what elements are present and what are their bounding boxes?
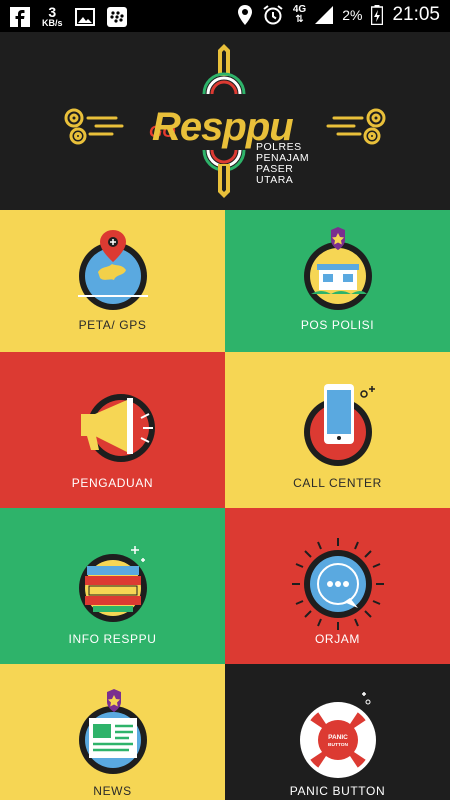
menu-label-info-resppu: INFO RESPPU [68, 632, 157, 646]
network-speed-value: 3 [48, 4, 57, 20]
right-wind-ornament [326, 108, 386, 145]
menu-label-peta-gps: PETA/ GPS [78, 318, 147, 332]
logo-subtitle: POLRES PENAJAM PASER UTARA [256, 142, 309, 186]
menu-label-orjam: ORJAM [315, 632, 360, 646]
map-pin-icon [77, 230, 148, 310]
menu-label-pos-polisi: POS POLISI [300, 318, 375, 332]
network-speed-unit: KB/s [42, 18, 63, 28]
menu-tile-pengaduan[interactable]: PENGADUAN [0, 352, 225, 508]
panic-icon-text-line1: PANIC [328, 734, 348, 741]
app-header: GO Resppu POLRES PENAJAM PASER UTARA [0, 32, 450, 210]
newspaper-icon [78, 689, 147, 774]
menu-tile-call-center[interactable]: CALL CENTER [225, 352, 450, 508]
location-icon [237, 5, 252, 25]
image-icon [74, 7, 95, 26]
menu-label-call-center: CALL CENTER [293, 476, 382, 490]
left-wind-ornament [64, 108, 124, 145]
logo-top-ornament [202, 44, 246, 95]
network-speed: 3 KB/s [42, 5, 63, 28]
menu-tile-pos-polisi[interactable]: POS POLISI [225, 210, 450, 352]
status-bar: 3 KB/s 4G ⇅ 2% 21:05 [0, 0, 450, 32]
menu-tile-news[interactable]: NEWS [0, 664, 225, 800]
menu-label-news: NEWS [93, 784, 132, 798]
menu-tile-peta-gps[interactable]: PETA/ GPS [0, 210, 225, 352]
menu-label-pengaduan: PENGADUAN [71, 476, 154, 490]
smartphone-icon [303, 384, 375, 466]
lifebuoy-icon: PANIC BUTTON [299, 692, 376, 778]
books-icon [78, 546, 147, 622]
menu-tile-panic-button[interactable]: PANIC BUTTON PANIC BUTTON [225, 664, 450, 800]
battery-percent: 2% [342, 7, 363, 23]
menu-tile-orjam[interactable]: ORJAM [225, 508, 450, 664]
signal-icon [315, 6, 334, 24]
logo-subtitle-line: UTARA [256, 174, 294, 186]
clock-time: 21:05 [392, 4, 440, 25]
megaphone-icon [80, 394, 155, 462]
alarm-icon [263, 5, 283, 25]
facebook-icon [10, 6, 30, 27]
menu-label-panic-button: PANIC BUTTON [289, 784, 386, 798]
data-arrows-icon: ⇅ [295, 14, 304, 25]
panic-icon-text-line2: BUTTON [328, 742, 348, 748]
menu-tile-info-resppu[interactable]: INFO RESPPU [0, 508, 225, 664]
logo-bottom-ornament [202, 149, 246, 198]
police-post-icon [303, 227, 372, 310]
battery-charging-icon [371, 5, 384, 25]
chat-bubble-icon [291, 538, 384, 630]
blackberry-icon [106, 6, 127, 27]
network-type: 4G ⇅ [293, 5, 306, 25]
